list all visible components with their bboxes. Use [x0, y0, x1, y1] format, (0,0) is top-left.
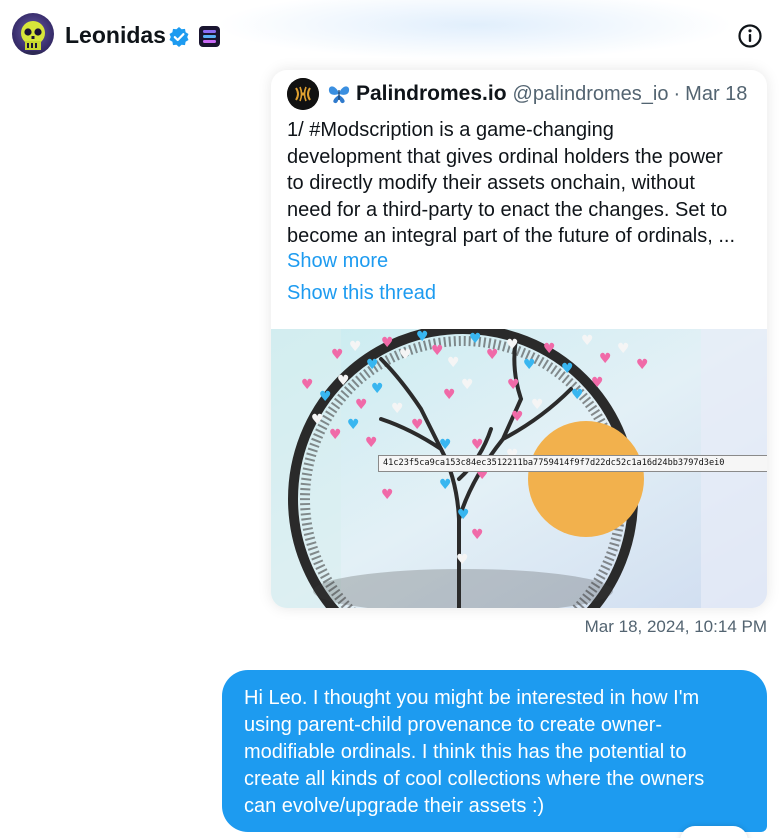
message-line: can evolve/upgrade their assets :)	[244, 795, 545, 817]
quoted-date[interactable]: Mar 18	[685, 83, 747, 106]
svg-text:♥: ♥	[461, 377, 474, 393]
svg-text:♥: ♥	[319, 389, 332, 405]
info-icon[interactable]	[737, 23, 763, 49]
butterfly-icon	[327, 83, 351, 105]
palindromes-avatar-icon[interactable]	[287, 78, 319, 110]
svg-text:♥: ♥	[301, 377, 314, 393]
sent-message-bubble[interactable]: Hi Leo. I thought you might be intereste…	[222, 670, 767, 832]
show-more-link[interactable]: Show more	[287, 250, 388, 273]
tweet-line: development that gives ordinal holders t…	[287, 145, 723, 168]
svg-text:♥: ♥	[617, 341, 630, 357]
svg-text:♥: ♥	[439, 437, 452, 453]
svg-text:♥: ♥	[311, 412, 324, 428]
header-blur	[215, 0, 735, 60]
show-thread-link[interactable]: Show this thread	[287, 282, 436, 305]
contact-name[interactable]: Leonidas	[65, 22, 166, 49]
message-line: create all kinds of cool collections whe…	[244, 768, 705, 790]
svg-text:♥: ♥	[447, 355, 460, 371]
quoted-tweet-text: 1/ #Modscription is a game-changing deve…	[287, 117, 757, 250]
svg-text:♥: ♥	[439, 477, 452, 493]
svg-text:♥: ♥	[469, 331, 482, 347]
svg-text:♥: ♥	[511, 409, 524, 425]
svg-text:♥: ♥	[416, 329, 429, 345]
quoted-display-name[interactable]: Palindromes.io	[356, 82, 507, 106]
svg-text:♥: ♥	[531, 397, 544, 413]
svg-text:♥: ♥	[399, 347, 412, 363]
svg-text:♥: ♥	[371, 381, 384, 397]
svg-text:♥: ♥	[561, 361, 574, 377]
skull-pfp-icon[interactable]	[12, 13, 54, 55]
svg-text:♥: ♥	[486, 347, 499, 363]
svg-text:♥: ♥	[349, 339, 362, 355]
svg-text:♥: ♥	[329, 427, 342, 443]
next-message-bubble[interactable]	[680, 826, 748, 838]
quoted-tweet-header: Palindromes.io @palindromes_io · Mar 18	[287, 78, 747, 110]
quoted-handle: @palindromes_io	[512, 82, 669, 105]
svg-text:♥: ♥	[523, 357, 536, 373]
svg-text:♥: ♥	[366, 357, 379, 373]
tweet-line: 1/ #Modscription is a game-changing	[287, 119, 614, 141]
svg-text:♥: ♥	[471, 437, 484, 453]
tweet-media-image[interactable]: ♥ ♥ ♥ ♥ ♥ ♥ ♥ ♥ ♥ ♥ ♥ ♥ ♥ ♥ ♥ ♥ ♥ ♥ ♥ ♥ ♥ ♥ ♥ ♥ ♥ ♥ ♥…	[271, 324, 767, 608]
svg-text:♥: ♥	[471, 527, 484, 543]
svg-text:♥: ♥	[431, 343, 444, 359]
svg-text:♥: ♥	[507, 377, 520, 393]
separator-dot: ·	[673, 82, 681, 105]
svg-text:♥: ♥	[543, 341, 556, 357]
message-line: modifiable ordinals. I think this has th…	[244, 741, 687, 763]
svg-text:♥: ♥	[365, 435, 378, 451]
stacks-badge-icon	[199, 26, 220, 47]
svg-text:♥: ♥	[347, 417, 360, 433]
tweet-line: become an integral part of the future of…	[287, 225, 736, 247]
svg-text:♥: ♥	[591, 375, 604, 391]
svg-text:♥: ♥	[636, 357, 649, 373]
verified-badge-icon	[168, 26, 190, 48]
svg-text:♥: ♥	[411, 417, 424, 433]
message-timestamp: Mar 18, 2024, 10:14 PM	[584, 617, 767, 636]
sent-message-text: Hi Leo. I thought you might be intereste…	[244, 685, 744, 820]
svg-text:♥: ♥	[381, 487, 394, 503]
image-hash-tooltip: 41c23f5ca9ca153c84ec3512211ba7759414f9f7…	[378, 455, 767, 472]
svg-text:♥: ♥	[443, 387, 456, 403]
svg-text:♥: ♥	[506, 337, 519, 353]
svg-text:♥: ♥	[457, 507, 470, 523]
svg-text:♥: ♥	[391, 401, 404, 417]
svg-text:♥: ♥	[355, 397, 368, 413]
quoted-tweet-card[interactable]: Palindromes.io @palindromes_io · Mar 18 …	[271, 70, 767, 608]
message-line: Hi Leo. I thought you might be intereste…	[244, 687, 700, 709]
svg-text:♥: ♥	[599, 351, 612, 367]
svg-text:♥: ♥	[381, 335, 394, 351]
tweet-line: need for a third-party to enact the chan…	[287, 198, 728, 221]
message-line: using parent-child provenance to create …	[244, 714, 663, 736]
svg-text:♥: ♥	[456, 552, 469, 568]
conversation-header: Leonidas	[0, 0, 783, 72]
svg-text:♥: ♥	[331, 347, 344, 363]
svg-text:♥: ♥	[581, 333, 594, 349]
svg-text:♥: ♥	[337, 373, 350, 389]
svg-text:♥: ♥	[571, 387, 584, 403]
tweet-line: to directly modify their assets onchain,…	[287, 172, 695, 194]
